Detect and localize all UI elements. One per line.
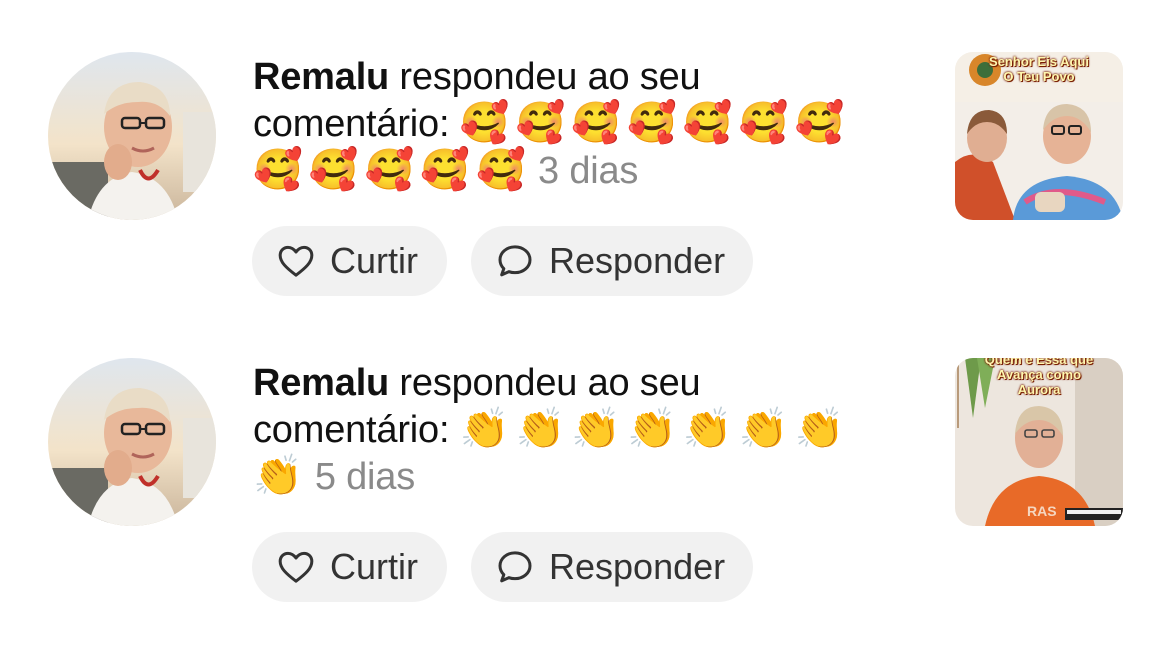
- like-label: Curtir: [330, 546, 418, 587]
- avatar[interactable]: [48, 52, 216, 220]
- reply-label: Responder: [549, 546, 726, 587]
- timestamp: 3 dias: [538, 150, 639, 192]
- notification-text: Remalu respondeu ao seu comentário: 👏👏👏👏…: [253, 360, 893, 500]
- heart-outline-icon: [276, 547, 316, 587]
- svg-text:RAS: RAS: [1027, 503, 1057, 519]
- thumbnail-caption: Aurora: [1017, 382, 1061, 397]
- like-button[interactable]: Curtir: [252, 532, 447, 602]
- username[interactable]: Remalu: [253, 362, 389, 404]
- timestamp: 5 dias: [314, 456, 416, 498]
- reply-button[interactable]: Responder: [471, 532, 753, 602]
- notification-item[interactable]: Remalu respondeu ao seu comentário: 🥰🥰🥰🥰…: [0, 0, 1170, 300]
- reply-button[interactable]: Responder: [471, 226, 753, 296]
- like-button[interactable]: Curtir: [252, 226, 447, 296]
- avatar[interactable]: [48, 358, 216, 526]
- speech-bubble-icon: [495, 241, 535, 281]
- video-thumbnail[interactable]: Senhor Eis Aqui O Teu Povo: [955, 52, 1123, 220]
- notification-actions: Curtir Responder: [252, 532, 753, 602]
- thumbnail-caption: Senhor Eis Aqui: [989, 54, 1089, 69]
- heart-outline-icon: [276, 241, 316, 281]
- notification-text: Remalu respondeu ao seu comentário: 🥰🥰🥰🥰…: [253, 54, 893, 194]
- thumbnail-caption: O Teu Povo: [1003, 69, 1075, 84]
- video-thumbnail[interactable]: RAS Quem é Essa que Avança como Aurora: [955, 358, 1123, 526]
- notification-actions: Curtir Responder: [252, 226, 753, 296]
- speech-bubble-icon: [495, 547, 535, 587]
- reply-label: Responder: [549, 240, 726, 281]
- username[interactable]: Remalu: [253, 56, 389, 98]
- thumbnail-caption: Avança como: [996, 367, 1082, 382]
- notification-item[interactable]: Remalu respondeu ao seu comentário: 👏👏👏👏…: [0, 306, 1170, 606]
- like-label: Curtir: [330, 240, 418, 281]
